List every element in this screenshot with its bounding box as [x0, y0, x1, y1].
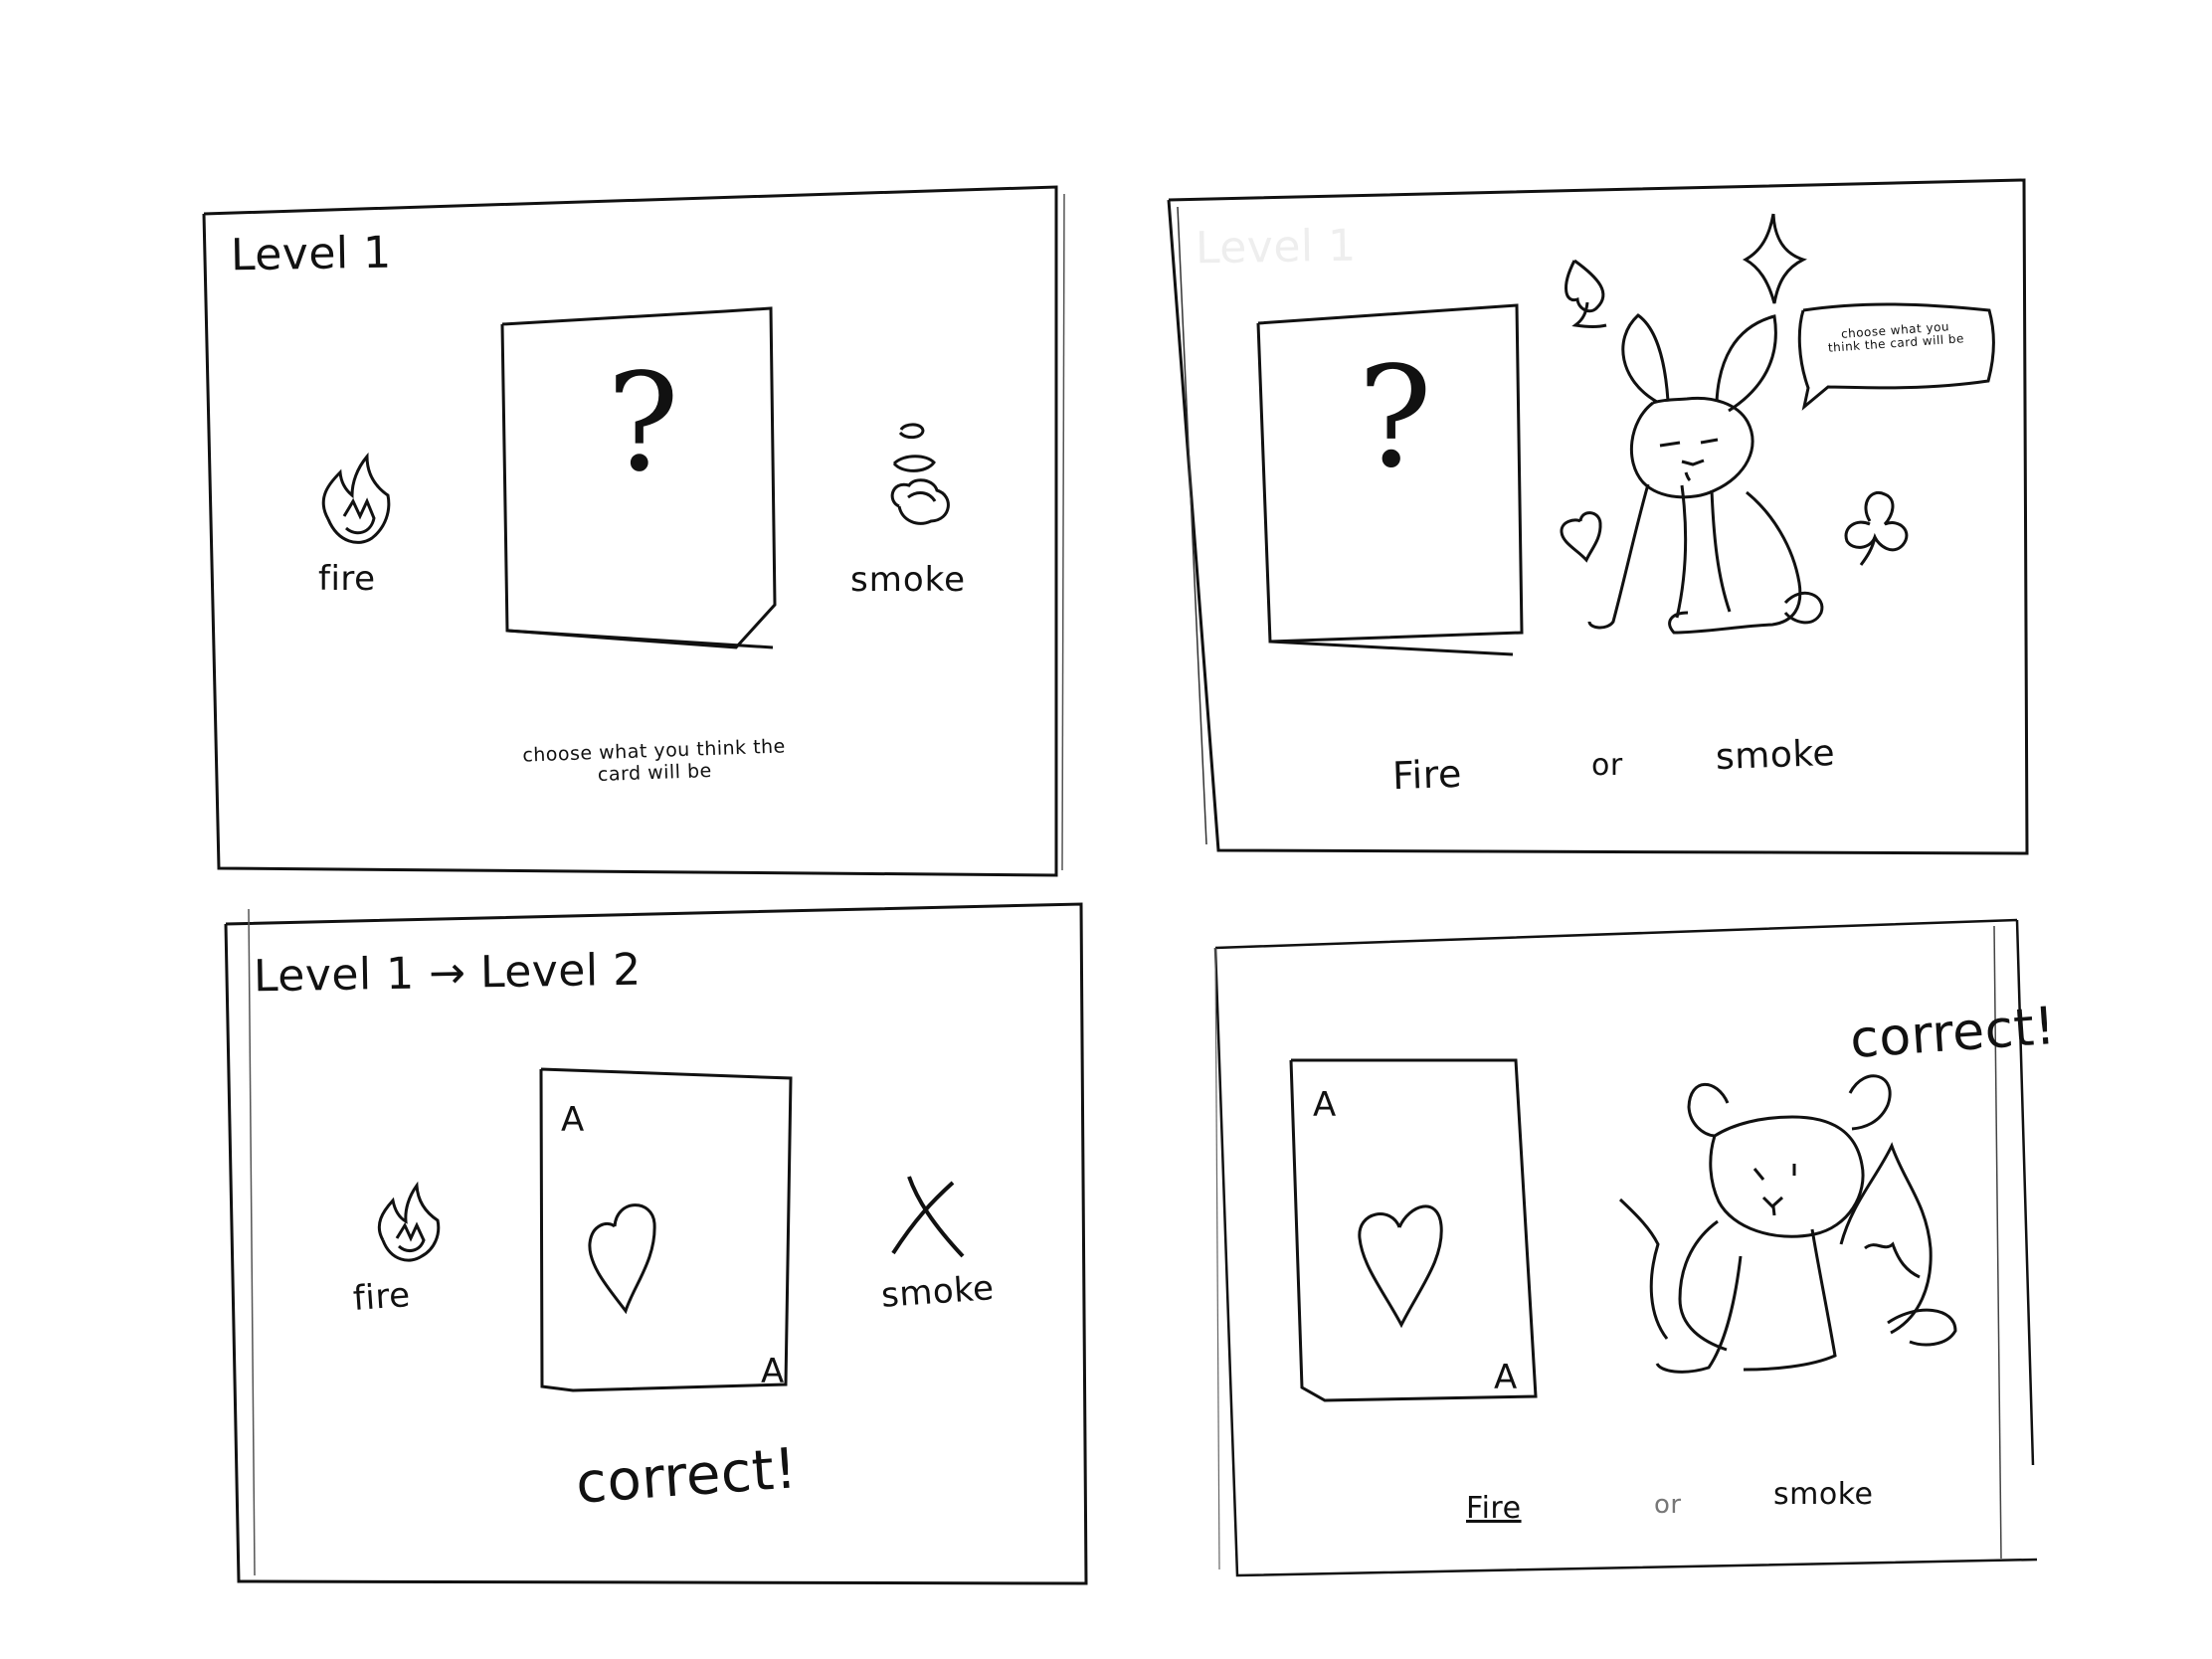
sparkle-icon	[1742, 212, 1812, 306]
mystery-card[interactable]: ?	[499, 301, 780, 679]
panel-level-1: Level 1 fire ? smoke choose what you thi…	[199, 184, 1074, 885]
smoke-option[interactable]: smoke	[1773, 1480, 1873, 1510]
fire-icon[interactable]	[316, 452, 398, 549]
x-mark-icon	[887, 1171, 977, 1260]
correct-message: correct!	[1848, 996, 2058, 1071]
smoke-option[interactable]: smoke	[850, 563, 966, 597]
correct-message: correct!	[573, 1436, 800, 1517]
fire-option[interactable]: fire	[352, 1275, 412, 1319]
fire-option[interactable]: fire	[318, 562, 376, 596]
level-transition-label: Level 1 → Level 2	[253, 944, 643, 1003]
fire-option[interactable]: Fire	[1466, 1494, 1522, 1524]
card-corner-bottom: A	[1494, 1358, 1518, 1397]
ace-of-hearts-card[interactable]: A A	[537, 1061, 798, 1414]
bunny-character[interactable]	[1581, 308, 1865, 646]
panel-bunny-celebration: A A correct! Fire or smoke	[1211, 913, 2077, 1589]
card-corner-top: A	[561, 1100, 585, 1140]
mystery-card[interactable]: ?	[1253, 299, 1537, 682]
panel-bunny-instruction: Level 1 ? choose what you think the card…	[1164, 174, 2029, 870]
smoke-option[interactable]: smoke	[1715, 733, 1835, 778]
or-label: or	[1591, 748, 1623, 783]
fire-bunny-character[interactable]	[1618, 1062, 2027, 1390]
faint-level-label: Level 1	[1195, 220, 1358, 275]
heart-icon	[1558, 507, 1609, 563]
club-icon	[1840, 485, 1920, 568]
level-label: Level 1	[230, 227, 393, 281]
fire-icon[interactable]	[371, 1181, 453, 1264]
card-corner-bottom: A	[761, 1352, 785, 1391]
smoke-icon[interactable]	[887, 418, 957, 537]
question-mark: ?	[607, 345, 680, 502]
question-mark: ?	[1358, 337, 1433, 499]
card-corner-top: A	[1313, 1085, 1337, 1125]
or-label: or	[1654, 1490, 1682, 1520]
ace-of-hearts-card[interactable]: A A	[1288, 1054, 1542, 1412]
storyboard-sheet: Level 1 fire ? smoke choose what you thi…	[0, 0, 2212, 1659]
fire-option[interactable]: Fire	[1391, 752, 1462, 798]
smoke-option[interactable]: smoke	[880, 1268, 996, 1316]
panel-level-transition: Level 1 → Level 2 fire A A smoke correct…	[221, 897, 1091, 1593]
